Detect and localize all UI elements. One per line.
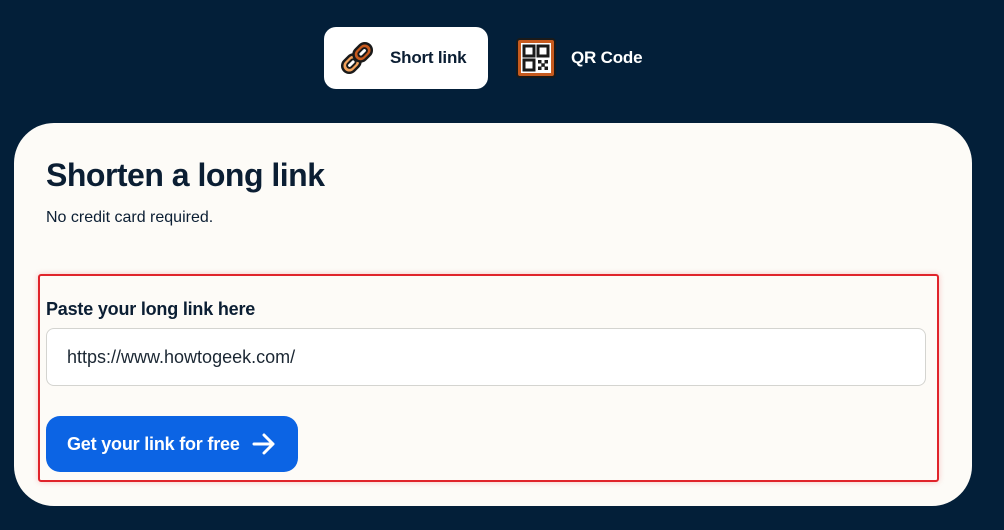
long-link-label: Paste your long link here <box>46 299 256 319</box>
link-icon <box>336 37 378 79</box>
tab-qr-code[interactable]: QR Code <box>504 27 674 89</box>
get-link-button-label: Get your link for free <box>67 433 240 454</box>
shorten-link-card: Shorten a long link No credit card requi… <box>14 123 972 506</box>
tab-short-link[interactable]: Short link <box>324 27 488 89</box>
get-link-button[interactable]: Get your link for free <box>46 416 298 472</box>
qr-code-icon <box>515 37 557 79</box>
page-title: Shorten a long link <box>46 157 325 193</box>
arrow-right-icon <box>252 433 276 455</box>
tab-short-link-label: Short link <box>390 48 467 67</box>
tab-qr-code-label: QR Code <box>571 48 643 67</box>
long-link-input[interactable] <box>46 328 926 386</box>
subtitle: No credit card required. <box>46 209 214 226</box>
